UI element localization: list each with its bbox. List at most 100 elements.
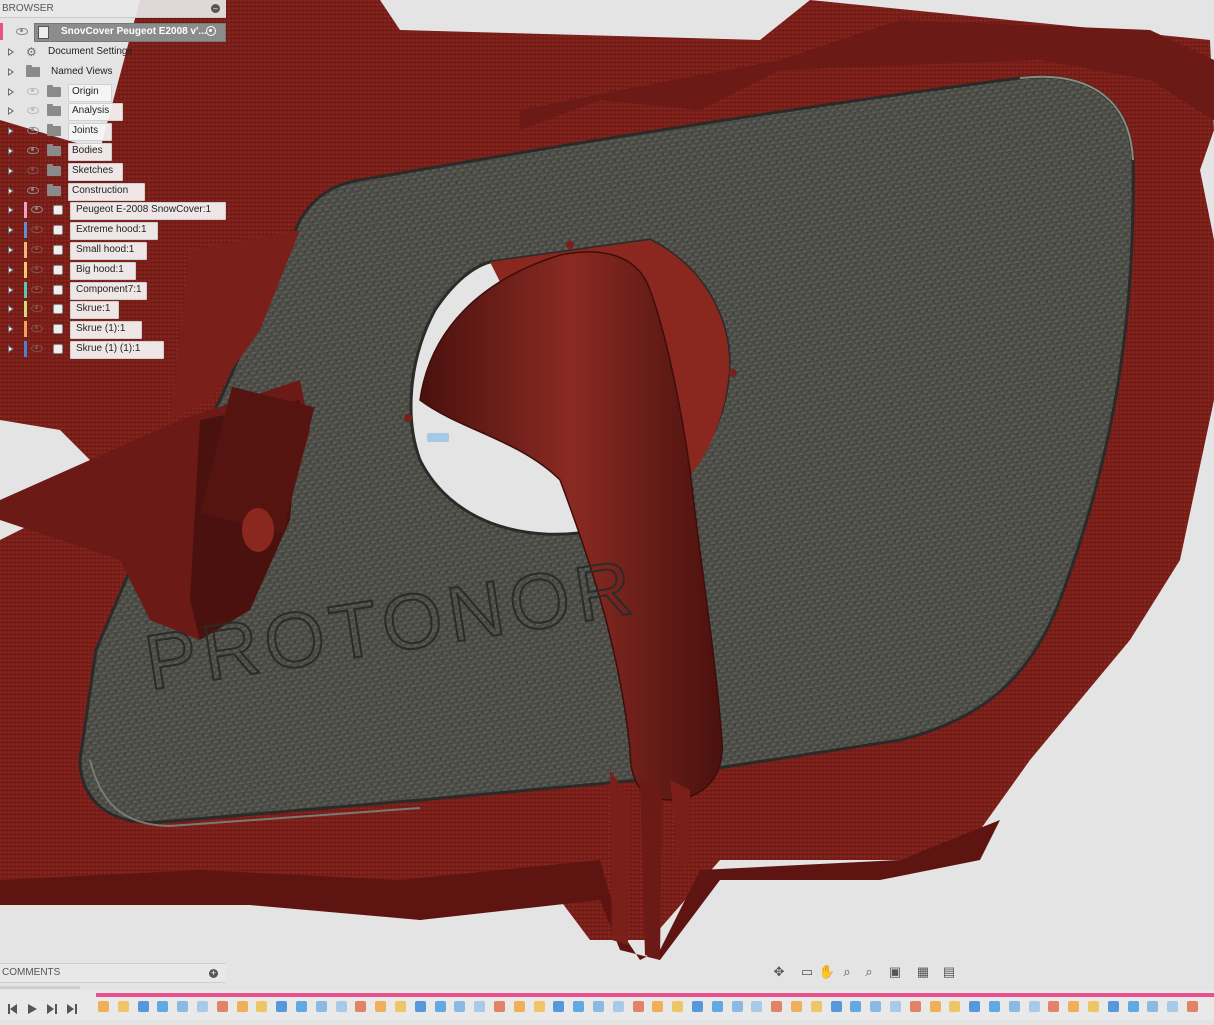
timeline-feature-icon[interactable]: [810, 1001, 822, 1012]
timeline-feature-icon[interactable]: [553, 1001, 565, 1012]
timeline-feature-icon[interactable]: [1068, 1001, 1080, 1012]
expand-arrow-icon[interactable]: [8, 286, 14, 294]
expand-arrow-icon[interactable]: [8, 305, 14, 313]
timeline-feature-icon[interactable]: [850, 1001, 862, 1012]
timeline-feature-icon[interactable]: [692, 1001, 703, 1012]
visibility-eye-icon[interactable]: [27, 88, 39, 95]
play-icon[interactable]: [26, 1002, 40, 1016]
timeline-feature-icon[interactable]: [335, 1001, 347, 1012]
timeline-feature-icon[interactable]: [890, 1001, 901, 1012]
browser-item-document-settings[interactable]: ⚙ Document Settings: [0, 43, 226, 61]
timeline-feature-icon[interactable]: [236, 1001, 248, 1012]
timeline-feature-icon[interactable]: [315, 1001, 327, 1012]
timeline-feature-icon[interactable]: [573, 1001, 585, 1012]
fit-icon[interactable]: ⌕: [860, 964, 878, 980]
visibility-eye-icon[interactable]: [31, 246, 43, 253]
timeline-feature-icon[interactable]: [197, 1001, 208, 1012]
expand-arrow-icon[interactable]: [8, 107, 14, 115]
activate-radio-icon[interactable]: [206, 26, 216, 36]
browser-item-origin[interactable]: Origin: [0, 83, 226, 102]
expand-arrow-icon[interactable]: [8, 226, 14, 234]
timeline-feature-icon[interactable]: [989, 1001, 1000, 1012]
plus-circle-icon[interactable]: +: [209, 969, 218, 978]
timeline-feature-icon[interactable]: [256, 1001, 268, 1012]
browser-item-construction[interactable]: Construction: [0, 182, 226, 201]
visual-style-icon[interactable]: ▦: [914, 964, 932, 980]
zoom-icon[interactable]: ⌕: [838, 964, 856, 980]
expand-arrow-icon[interactable]: [8, 206, 14, 214]
comments-scrollbar[interactable]: [0, 986, 80, 989]
timeline-feature-icon[interactable]: [296, 1001, 307, 1012]
expand-arrow-icon[interactable]: [8, 325, 14, 333]
visibility-eye-icon[interactable]: [31, 206, 43, 213]
expand-arrow-icon[interactable]: [8, 266, 14, 274]
timeline-feature-icon[interactable]: [791, 1001, 802, 1012]
timeline-feature-icon[interactable]: [1187, 1001, 1198, 1012]
timeline-feature-icon[interactable]: [1127, 1001, 1139, 1012]
timeline-feature-icon[interactable]: [177, 1001, 189, 1012]
expand-arrow-icon[interactable]: [8, 48, 14, 56]
timeline-feature-icon[interactable]: [711, 1001, 723, 1012]
browser-item-extreme-hood-1[interactable]: Extreme hood:1: [0, 221, 226, 240]
timeline-feature-icon[interactable]: [593, 1001, 604, 1012]
grid-icon[interactable]: ▤: [940, 964, 958, 980]
visibility-eye-icon[interactable]: [27, 187, 39, 194]
timeline-feature-icon[interactable]: [395, 1001, 406, 1012]
expand-arrow-icon[interactable]: [8, 345, 14, 353]
minus-circle-icon[interactable]: –: [211, 4, 220, 13]
visibility-eye-icon[interactable]: [31, 266, 43, 273]
expand-arrow-icon[interactable]: [8, 187, 14, 195]
timeline-feature-icon[interactable]: [494, 1001, 505, 1012]
browser-item-sketches[interactable]: Sketches: [0, 162, 226, 181]
visibility-eye-icon[interactable]: [31, 226, 43, 233]
timeline-feature-icon[interactable]: [216, 1001, 228, 1012]
timeline-feature-icon[interactable]: [1028, 1001, 1040, 1012]
visibility-eye-icon[interactable]: [31, 286, 43, 293]
timeline-feature-icon[interactable]: [434, 1001, 446, 1012]
timeline-feature-icon[interactable]: [672, 1001, 684, 1012]
timeline-feature-icon[interactable]: [98, 1001, 109, 1012]
browser-item-bodies[interactable]: Bodies: [0, 142, 226, 161]
timeline-feature-icon[interactable]: [533, 1001, 545, 1012]
browser-item-analysis[interactable]: Analysis: [0, 102, 226, 121]
browser-item-small-hood-1[interactable]: Small hood:1: [0, 241, 226, 260]
timeline-feature-icon[interactable]: [1147, 1001, 1159, 1012]
look-at-icon[interactable]: ▭: [798, 964, 816, 980]
timeline-feature-icon[interactable]: [751, 1001, 763, 1012]
timeline-feature-icon[interactable]: [929, 1001, 941, 1012]
timeline-feature-icon[interactable]: [157, 1001, 169, 1012]
timeline-marker-bar[interactable]: [96, 993, 1214, 997]
timeline-feature-icon[interactable]: [1048, 1001, 1060, 1012]
orbit-icon[interactable]: ✥: [770, 964, 788, 980]
step-forward-icon[interactable]: [46, 1002, 60, 1016]
expand-arrow-icon[interactable]: [8, 147, 14, 155]
browser-item-component7-1[interactable]: Component7:1: [0, 281, 226, 300]
timeline-feature-icon[interactable]: [909, 1001, 921, 1012]
visibility-eye-icon[interactable]: [27, 167, 39, 174]
expand-arrow-icon[interactable]: [8, 246, 14, 254]
timeline-feature-icon[interactable]: [949, 1001, 961, 1012]
visibility-eye-icon[interactable]: [16, 28, 28, 35]
timeline-feature-icon[interactable]: [276, 1001, 288, 1012]
visibility-eye-icon[interactable]: [27, 107, 39, 114]
display-settings-icon[interactable]: ▣: [886, 964, 904, 980]
visibility-eye-icon[interactable]: [27, 127, 39, 134]
timeline-feature-icon[interactable]: [870, 1001, 882, 1012]
timeline-feature-icon[interactable]: [1167, 1001, 1179, 1012]
timeline-feature-icon[interactable]: [355, 1001, 367, 1012]
timeline-feature-icon[interactable]: [1107, 1001, 1119, 1012]
browser-item-skrue-1[interactable]: Skrue:1: [0, 300, 226, 319]
timeline-feature-icon[interactable]: [117, 1001, 129, 1012]
timeline-feature-icon[interactable]: [969, 1001, 981, 1012]
visibility-eye-icon[interactable]: [31, 345, 43, 352]
timeline-feature-icon[interactable]: [1008, 1001, 1020, 1012]
timeline-feature-icon[interactable]: [474, 1001, 486, 1012]
browser-item-big-hood-1[interactable]: Big hood:1: [0, 261, 226, 280]
timeline-feature-icon[interactable]: [652, 1001, 664, 1012]
expand-arrow-icon[interactable]: [8, 88, 14, 96]
timeline-feature-icon[interactable]: [137, 1001, 149, 1012]
timeline-feature-icon[interactable]: [1088, 1001, 1099, 1012]
expand-arrow-icon[interactable]: [8, 68, 14, 76]
timeline-feature-icon[interactable]: [830, 1001, 842, 1012]
visibility-eye-icon[interactable]: [27, 147, 39, 154]
